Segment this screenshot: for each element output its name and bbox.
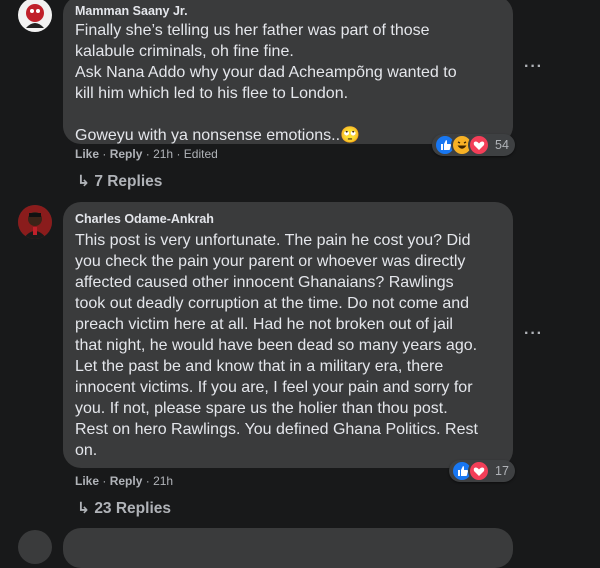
avatar-icon [18,0,52,32]
more-options-icon[interactable]: ··· [524,58,543,76]
love-reaction-icon [468,134,490,156]
timestamp[interactable]: 21h [153,474,173,488]
reaction-summary[interactable]: 54 [432,134,515,156]
comment-actions: Like · Reply · 21h · Edited [75,147,218,161]
reply-arrow-icon: ↳ [77,500,90,517]
comment-text: Finally she’s telling us her father was … [75,22,457,144]
reply-arrow-icon: ↳ [77,173,90,190]
reaction-count: 54 [495,138,509,152]
comment-author[interactable]: Mamman Saany Jr. [75,4,188,18]
avatar-icon [18,205,52,239]
comment-actions: Like · Reply · 21h [75,474,174,488]
timestamp[interactable]: 21h [153,147,173,161]
reply-link[interactable]: Reply [110,147,143,161]
next-comment-avatar[interactable] [18,530,52,564]
comment-author[interactable]: Charles Odame-Ankrah [75,212,214,226]
more-options-icon[interactable]: ··· [524,325,543,343]
reply-link[interactable]: Reply [110,474,143,488]
view-replies-link[interactable]: ↳ 23 Replies [77,499,171,518]
edited-label[interactable]: Edited [184,147,218,161]
comment-text: This post is very unfortunate. The pain … [75,232,478,459]
next-comment-bubble [63,528,513,568]
replies-count: 7 Replies [94,173,163,190]
like-link[interactable]: Like [75,147,99,161]
love-reaction-icon [468,460,490,482]
view-replies-link[interactable]: ↳ 7 Replies [77,172,162,191]
like-link[interactable]: Like [75,474,99,488]
replies-count: 23 Replies [94,500,171,517]
reaction-count: 17 [495,464,509,478]
reaction-summary[interactable]: 17 [449,460,515,482]
avatar[interactable] [18,205,52,239]
avatar[interactable] [18,0,52,32]
